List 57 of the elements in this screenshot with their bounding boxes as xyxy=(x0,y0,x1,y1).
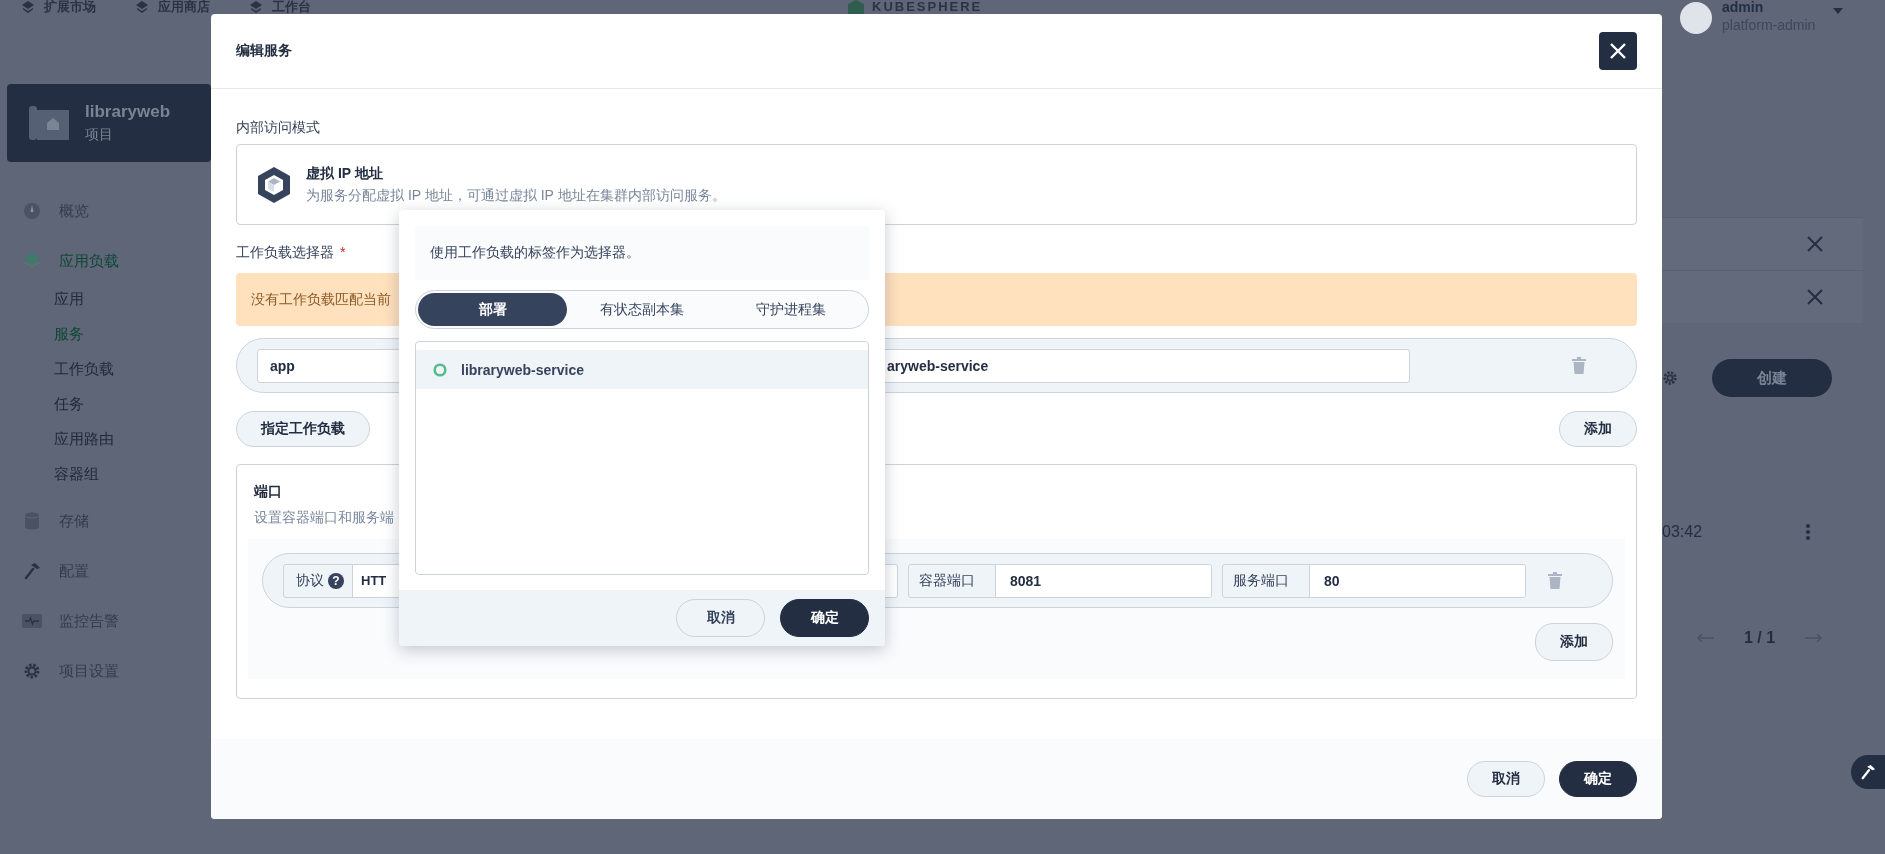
hammer-icon xyxy=(1860,764,1876,780)
modal-title: 编辑服务 xyxy=(236,42,292,60)
layers-icon xyxy=(23,252,41,270)
confirm-button[interactable]: 确定 xyxy=(1559,761,1637,797)
project-card[interactable]: libraryweb 项目 xyxy=(7,84,211,162)
page-indicator: 1 / 1 xyxy=(1744,629,1776,647)
alert-text: 没有工作负载匹配当前 xyxy=(251,290,391,309)
time-text: 03:42 xyxy=(1662,523,1703,541)
caret-icon[interactable] xyxy=(1833,8,1844,14)
container-port-field[interactable]: 容器端口 8081 xyxy=(908,563,1212,598)
add-label-button[interactable]: 添加 xyxy=(1559,411,1637,447)
close-button[interactable] xyxy=(1599,32,1637,70)
close-icon[interactable] xyxy=(1807,236,1823,252)
project-type: 项目 xyxy=(85,126,114,144)
gear-icon[interactable] xyxy=(1662,370,1678,386)
close-icon xyxy=(1609,42,1627,60)
service-port-field[interactable]: 服务端口 80 xyxy=(1222,563,1526,598)
project-icon xyxy=(29,104,69,142)
more-icon[interactable] xyxy=(1806,524,1810,540)
workload-type-tab[interactable]: 有状态副本集 xyxy=(567,293,717,326)
help-icon[interactable]: ? xyxy=(328,572,344,589)
gear-icon xyxy=(23,662,41,680)
section-label: 工作负载选择器 xyxy=(236,243,334,261)
monitor-icon xyxy=(22,613,42,629)
workload-type-tab[interactable]: 部署 xyxy=(418,293,568,326)
section-label: 内部访问模式 xyxy=(236,118,321,136)
status-ring-icon xyxy=(433,362,447,377)
option-title: 虚拟 IP 地址 xyxy=(306,164,384,183)
toolbox-button[interactable] xyxy=(1851,755,1885,789)
required-mark: * xyxy=(340,243,346,261)
container-port-label: 容器端口 xyxy=(918,571,976,590)
dial-icon xyxy=(23,202,41,220)
project-name: libraryweb xyxy=(85,102,171,122)
ports-description: 设置容器端口和服务端 xyxy=(253,509,395,527)
trash-icon[interactable] xyxy=(1572,357,1586,374)
cancel-button[interactable]: 取消 xyxy=(1467,761,1545,797)
protocol-label: 协议 xyxy=(295,571,325,590)
specify-workload-button[interactable]: 指定工作负载 xyxy=(236,411,370,447)
option-description: 为服务分配虚拟 IP 地址，可通过虚拟 IP 地址在集群内部访问服务。 xyxy=(306,186,726,205)
ports-title: 端口 xyxy=(253,483,283,501)
service-port-input[interactable]: 80 xyxy=(1309,564,1525,597)
create-button[interactable]: 创建 xyxy=(1712,359,1832,397)
confirm-button[interactable]: 确定 xyxy=(780,599,869,637)
layers-icon xyxy=(136,1,148,13)
cancel-button[interactable]: 取消 xyxy=(676,599,765,637)
service-port-label: 服务端口 xyxy=(1232,571,1290,590)
trash-icon[interactable] xyxy=(1548,572,1562,589)
avatar[interactable] xyxy=(1680,2,1712,34)
user-name: admin xyxy=(1722,0,1765,14)
workload-type-tab[interactable]: 守护进程集 xyxy=(716,293,866,326)
close-icon[interactable] xyxy=(1807,289,1823,305)
workload-list-item[interactable]: libraryweb-service xyxy=(416,350,868,389)
container-port-input[interactable]: 8081 xyxy=(995,564,1211,597)
add-port-button[interactable]: 添加 xyxy=(1535,623,1613,661)
cube-icon xyxy=(256,165,292,204)
hammer-icon xyxy=(23,562,41,580)
selector-hint: 使用工作负载的标签作为选择器。 xyxy=(415,226,869,280)
